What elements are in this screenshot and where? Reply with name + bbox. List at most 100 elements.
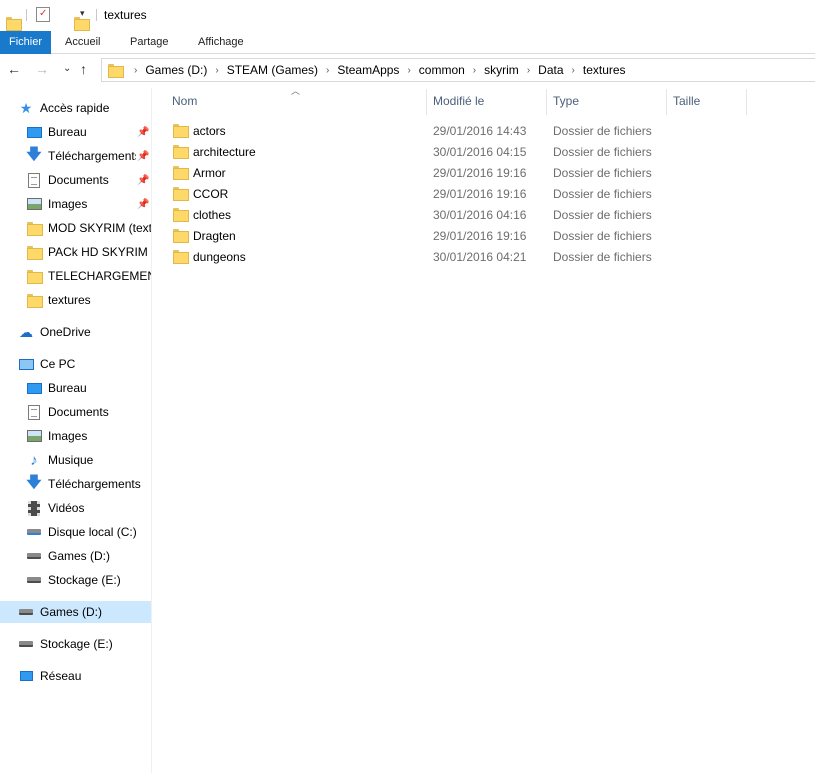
column-divider[interactable]: [426, 89, 427, 115]
file-modified: 29/01/2016 14:43: [433, 123, 527, 138]
nav-label: Téléchargements: [48, 477, 141, 491]
folder-icon: [173, 124, 189, 138]
nav-item-pack-hd[interactable]: PACk HD SKYRIM C: [26, 241, 151, 263]
nav-item-textures[interactable]: textures: [26, 289, 151, 311]
breadcrumb-separator-icon[interactable]: ›: [215, 65, 218, 76]
file-name: actors: [193, 123, 226, 138]
column-header-modified[interactable]: Modifié le: [433, 88, 484, 114]
video-icon: [26, 500, 42, 516]
column-header-name[interactable]: Nom: [172, 88, 197, 114]
nav-item-documents-quick[interactable]: Documents: [26, 169, 136, 191]
breadcrumb-separator-icon[interactable]: ›: [473, 65, 476, 76]
breadcrumb-separator-icon[interactable]: ›: [134, 65, 137, 76]
tab-partage[interactable]: Partage: [130, 31, 169, 54]
breadcrumb-separator-icon[interactable]: ›: [527, 65, 530, 76]
properties-icon[interactable]: ✓: [36, 7, 50, 22]
pin-icon[interactable]: 📌: [137, 199, 149, 210]
tab-affichage[interactable]: Affichage: [198, 31, 244, 54]
drive-icon: [18, 636, 34, 652]
folder-icon: [26, 292, 43, 308]
nav-item-telechargements-quick[interactable]: 🡇 Téléchargements: [26, 145, 136, 167]
nav-item-videos[interactable]: Vidéos: [26, 497, 84, 519]
nav-games-drive[interactable]: Games (D:): [0, 601, 151, 623]
nav-this-pc[interactable]: Ce PC: [18, 353, 75, 375]
file-row[interactable]: actors 29/01/2016 14:43 Dossier de fichi…: [165, 120, 665, 141]
nav-item-bureau-quick[interactable]: Bureau: [26, 121, 151, 143]
pictures-icon: [26, 428, 42, 444]
file-modified: 30/01/2016 04:16: [433, 207, 527, 222]
breadcrumb-separator-icon[interactable]: ›: [407, 65, 410, 76]
breadcrumb-separator-icon[interactable]: ›: [326, 65, 329, 76]
nav-label: Stockage (E:): [40, 637, 113, 651]
qat-customize-icon[interactable]: ▾: [80, 8, 85, 19]
pin-icon[interactable]: 📌: [137, 175, 149, 186]
file-row[interactable]: architecture 30/01/2016 04:15 Dossier de…: [165, 141, 665, 162]
nav-item-disque-local[interactable]: Disque local (C:): [26, 521, 137, 543]
nav-item-telechargements[interactable]: 🡇 Téléchargements: [26, 473, 141, 495]
column-divider[interactable]: [546, 89, 547, 115]
folder-icon: [26, 244, 43, 260]
file-modified: 30/01/2016 04:21: [433, 249, 527, 264]
up-arrow-icon[interactable]: ↑: [80, 61, 87, 77]
pin-icon[interactable]: 📌: [137, 127, 149, 138]
nav-label: Musique: [48, 453, 94, 467]
tab-fichier[interactable]: Fichier: [0, 31, 51, 54]
file-modified: 29/01/2016 19:16: [433, 228, 527, 243]
address-bar[interactable]: › Games (D:) › STEAM (Games) › SteamApps…: [101, 58, 815, 82]
breadcrumb-games-drive[interactable]: Games (D:): [145, 63, 207, 77]
nav-item-bureau[interactable]: Bureau: [26, 377, 87, 399]
nav-network[interactable]: Réseau: [18, 665, 81, 687]
nav-item-games-drive[interactable]: Games (D:): [26, 545, 110, 567]
nav-item-mod-skyrim[interactable]: MOD SKYRIM (textu: [26, 217, 151, 239]
file-row[interactable]: dungeons 30/01/2016 04:21 Dossier de fic…: [165, 246, 665, 267]
back-arrow-icon[interactable]: ←: [7, 61, 21, 77]
nav-item-images[interactable]: Images: [26, 425, 87, 447]
nav-item-musique[interactable]: ♪ Musique: [26, 449, 93, 471]
nav-onedrive[interactable]: ☁ OneDrive: [18, 321, 91, 343]
file-row[interactable]: Armor 29/01/2016 19:16 Dossier de fichie…: [165, 162, 665, 183]
file-name: CCOR: [193, 186, 229, 201]
nav-label: Bureau: [48, 125, 87, 139]
breadcrumb-steam[interactable]: STEAM (Games): [227, 63, 318, 77]
forward-arrow-icon[interactable]: →: [35, 61, 49, 77]
nav-item-documents[interactable]: Documents: [26, 401, 109, 423]
folder-icon: [173, 145, 189, 159]
breadcrumb-common[interactable]: common: [419, 63, 465, 77]
nav-label: Stockage (E:): [48, 573, 121, 587]
breadcrumb-textures[interactable]: textures: [583, 63, 626, 77]
file-row[interactable]: Dragten 29/01/2016 19:16 Dossier de fich…: [165, 225, 665, 246]
nav-label: Vidéos: [48, 501, 85, 515]
nav-label: textures: [48, 293, 91, 307]
file-type: Dossier de fichiers: [553, 123, 652, 138]
breadcrumb-separator-icon[interactable]: ›: [572, 65, 575, 76]
folder-icon: [26, 268, 43, 284]
nav-item-stockage[interactable]: Stockage (E:): [26, 569, 121, 591]
title-bar: ✓ ▾ textures: [0, 0, 815, 31]
file-modified: 29/01/2016 19:16: [433, 186, 527, 201]
file-row[interactable]: clothes 30/01/2016 04:16 Dossier de fich…: [165, 204, 665, 225]
tab-accueil[interactable]: Accueil: [65, 31, 100, 54]
folder-icon: [108, 64, 124, 78]
recent-locations-chevron-icon[interactable]: ⌄: [63, 63, 71, 74]
nav-item-images-quick[interactable]: Images: [26, 193, 136, 215]
column-header-type[interactable]: Type: [553, 88, 579, 114]
breadcrumb-data[interactable]: Data: [538, 63, 563, 77]
drive-icon: [18, 604, 34, 620]
nav-label: Accès rapide: [40, 101, 110, 115]
nav-storage-drive[interactable]: Stockage (E:): [18, 633, 113, 655]
pin-icon[interactable]: 📌: [137, 151, 149, 162]
column-header-size[interactable]: Taille: [673, 88, 700, 114]
download-arrow-icon: 🡇: [26, 145, 42, 163]
breadcrumb-steamapps[interactable]: SteamApps: [337, 63, 399, 77]
nav-quick-access[interactable]: ★ Accès rapide: [18, 97, 110, 119]
file-type: Dossier de fichiers: [553, 207, 652, 222]
column-divider[interactable]: [746, 89, 747, 115]
breadcrumb-skyrim[interactable]: skyrim: [484, 63, 519, 77]
column-divider[interactable]: [666, 89, 667, 115]
nav-item-telechargement[interactable]: TELECHARGEMENT: [26, 265, 151, 287]
music-note-icon: ♪: [30, 451, 38, 469]
nav-label: TELECHARGEMENT: [48, 269, 151, 283]
nav-label: Bureau: [48, 381, 87, 395]
file-row[interactable]: CCOR 29/01/2016 19:16 Dossier de fichier…: [165, 183, 665, 204]
file-type: Dossier de fichiers: [553, 186, 652, 201]
